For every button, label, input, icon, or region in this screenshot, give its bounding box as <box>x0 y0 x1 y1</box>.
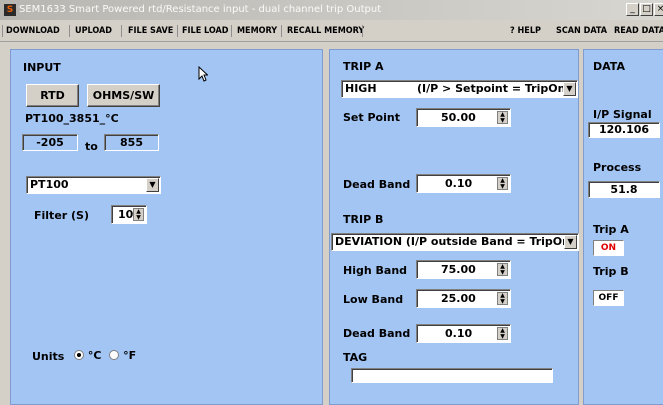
menu-separator <box>121 25 122 37</box>
setpoint-input[interactable]: 50.00 ▲ ▼ <box>416 108 511 127</box>
menu-separator <box>2 25 3 37</box>
trip-a-title: TRIP A <box>343 60 384 73</box>
menu-memory[interactable]: MEMORY <box>237 20 277 42</box>
sensor-select[interactable]: PT100 ▼ <box>26 176 161 194</box>
window-title: SEM1633 Smart Powered rtd/Resistance inp… <box>19 4 382 15</box>
filter-label: Filter (S) <box>34 209 90 222</box>
spin-down-icon[interactable]: ▼ <box>498 334 507 340</box>
trip-a-deadband-label: Dead Band <box>343 178 411 191</box>
menu-help[interactable]: ? HELP <box>510 20 541 42</box>
ohms-sw-button[interactable]: OHMS/SW <box>87 84 160 107</box>
trip-b-deadband-spinner[interactable]: ▲ ▼ <box>497 327 508 340</box>
trip-b-indicator: OFF <box>593 290 624 306</box>
units-label: Units <box>32 350 65 363</box>
high-band-label: High Band <box>343 264 408 277</box>
filter-value: 10 <box>118 208 134 221</box>
sensor-type-label: PT100_3851_°C <box>25 112 119 125</box>
high-band-spinner[interactable]: ▲ ▼ <box>497 263 508 276</box>
trip-b-title: TRIP B <box>343 213 384 226</box>
chevron-down-icon[interactable]: ▼ <box>564 235 577 249</box>
spin-down-icon[interactable]: ▼ <box>498 184 507 190</box>
menu-file-load[interactable]: FILE LOAD <box>182 20 229 42</box>
filter-input[interactable]: 10 ▲ ▼ <box>111 205 147 224</box>
menu-upload[interactable]: UPLOAD <box>75 20 112 42</box>
filter-spinner[interactable]: ▲ ▼ <box>133 208 144 221</box>
spin-down-icon[interactable]: ▼ <box>498 299 507 305</box>
close-button[interactable]: × <box>654 3 663 16</box>
unit-celsius-label: °C <box>87 349 102 362</box>
low-band-input[interactable]: 25.00 ▲ ▼ <box>416 289 511 308</box>
range-to-label: to <box>85 140 98 153</box>
tag-input[interactable] <box>351 368 553 383</box>
ip-signal-label: I/P Signal <box>593 108 652 121</box>
process-value: 51.8 <box>588 181 660 198</box>
setpoint-value: 50.00 <box>441 111 476 124</box>
unit-fahrenheit-label: °F <box>123 349 137 362</box>
data-panel: DATA I/P Signal 120.106 Process 51.8 Tri… <box>583 49 663 405</box>
range-high-field: 855 <box>104 134 159 151</box>
input-title: INPUT <box>23 61 61 74</box>
menu-separator <box>281 25 282 37</box>
maximize-button[interactable]: □ <box>640 3 653 16</box>
menu-separator <box>177 25 178 37</box>
trip-b-mode-select[interactable]: DEVIATION (I/P outside Band = TripOn) ▼ <box>331 233 579 251</box>
rtd-button[interactable]: RTD <box>26 84 79 107</box>
sensor-select-value: PT100 <box>30 178 69 191</box>
app-icon: S <box>4 4 16 16</box>
high-band-value: 75.00 <box>441 263 476 276</box>
title-bar: S SEM1633 Smart Powered rtd/Resistance i… <box>0 0 663 20</box>
range-low-field: -205 <box>22 134 78 151</box>
trip-b-status-label: Trip B <box>593 265 629 278</box>
spin-down-icon[interactable]: ▼ <box>498 270 507 276</box>
trip-a-deadband-spinner[interactable]: ▲ ▼ <box>497 177 508 190</box>
minimize-button[interactable]: _ <box>626 3 639 16</box>
process-label: Process <box>593 161 642 174</box>
low-band-value: 25.00 <box>441 292 476 305</box>
trip-a-status-label: Trip A <box>593 223 629 236</box>
unit-celsius-radio[interactable] <box>74 350 84 360</box>
spin-down-icon[interactable]: ▼ <box>498 118 507 124</box>
menu-bar: DOWNLOAD UPLOAD FILE SAVE FILE LOAD MEMO… <box>0 20 663 42</box>
units-radio-group: °C °F <box>74 349 136 362</box>
menu-download[interactable]: DOWNLOAD <box>6 20 60 42</box>
menu-read-data[interactable]: READ DATA <box>614 20 663 42</box>
trip-panel: TRIP A HIGH (I/P > Setpoint = TripOn) ▼ … <box>329 49 579 405</box>
menu-separator <box>231 25 232 37</box>
trip-a-deadband-input[interactable]: 0.10 ▲ ▼ <box>416 174 511 193</box>
trip-a-indicator: ON <box>593 240 624 256</box>
high-band-input[interactable]: 75.00 ▲ ▼ <box>416 260 511 279</box>
input-panel: INPUT RTD OHMS/SW PT100_3851_°C -205 to … <box>10 49 323 405</box>
unit-fahrenheit-radio[interactable] <box>109 350 120 360</box>
menu-separator <box>69 25 70 37</box>
menu-file-save[interactable]: FILE SAVE <box>128 20 173 42</box>
spin-down-icon[interactable]: ▼ <box>134 215 143 221</box>
low-band-label: Low Band <box>343 293 404 306</box>
trip-a-deadband-value: 0.10 <box>445 177 473 190</box>
trip-b-deadband-value: 0.10 <box>445 327 473 340</box>
menu-recall-memory[interactable]: RECALL MEMORY <box>287 20 364 42</box>
data-title: DATA <box>593 60 625 73</box>
chevron-down-icon[interactable]: ▼ <box>563 82 576 96</box>
tag-label: TAG <box>343 351 368 364</box>
setpoint-spinner[interactable]: ▲ ▼ <box>497 111 508 124</box>
chevron-down-icon[interactable]: ▼ <box>146 178 159 192</box>
ip-signal-value: 120.106 <box>588 122 660 138</box>
trip-a-mode-value: HIGH <box>345 82 377 95</box>
trip-a-mode-select[interactable]: HIGH (I/P > Setpoint = TripOn) ▼ <box>341 80 578 98</box>
menu-scan-data[interactable]: SCAN DATA <box>556 20 607 42</box>
trip-b-mode-value: DEVIATION (I/P outside Band = TripOn) <box>335 235 576 248</box>
setpoint-label: Set Point <box>343 111 400 124</box>
trip-b-deadband-label: Dead Band <box>343 327 411 340</box>
mouse-pointer-icon <box>198 65 209 86</box>
trip-b-deadband-input[interactable]: 0.10 ▲ ▼ <box>416 324 511 343</box>
menu-separator <box>362 25 363 37</box>
low-band-spinner[interactable]: ▲ ▼ <box>497 292 508 305</box>
trip-a-mode-description: (I/P > Setpoint = TripOn) <box>417 82 571 95</box>
